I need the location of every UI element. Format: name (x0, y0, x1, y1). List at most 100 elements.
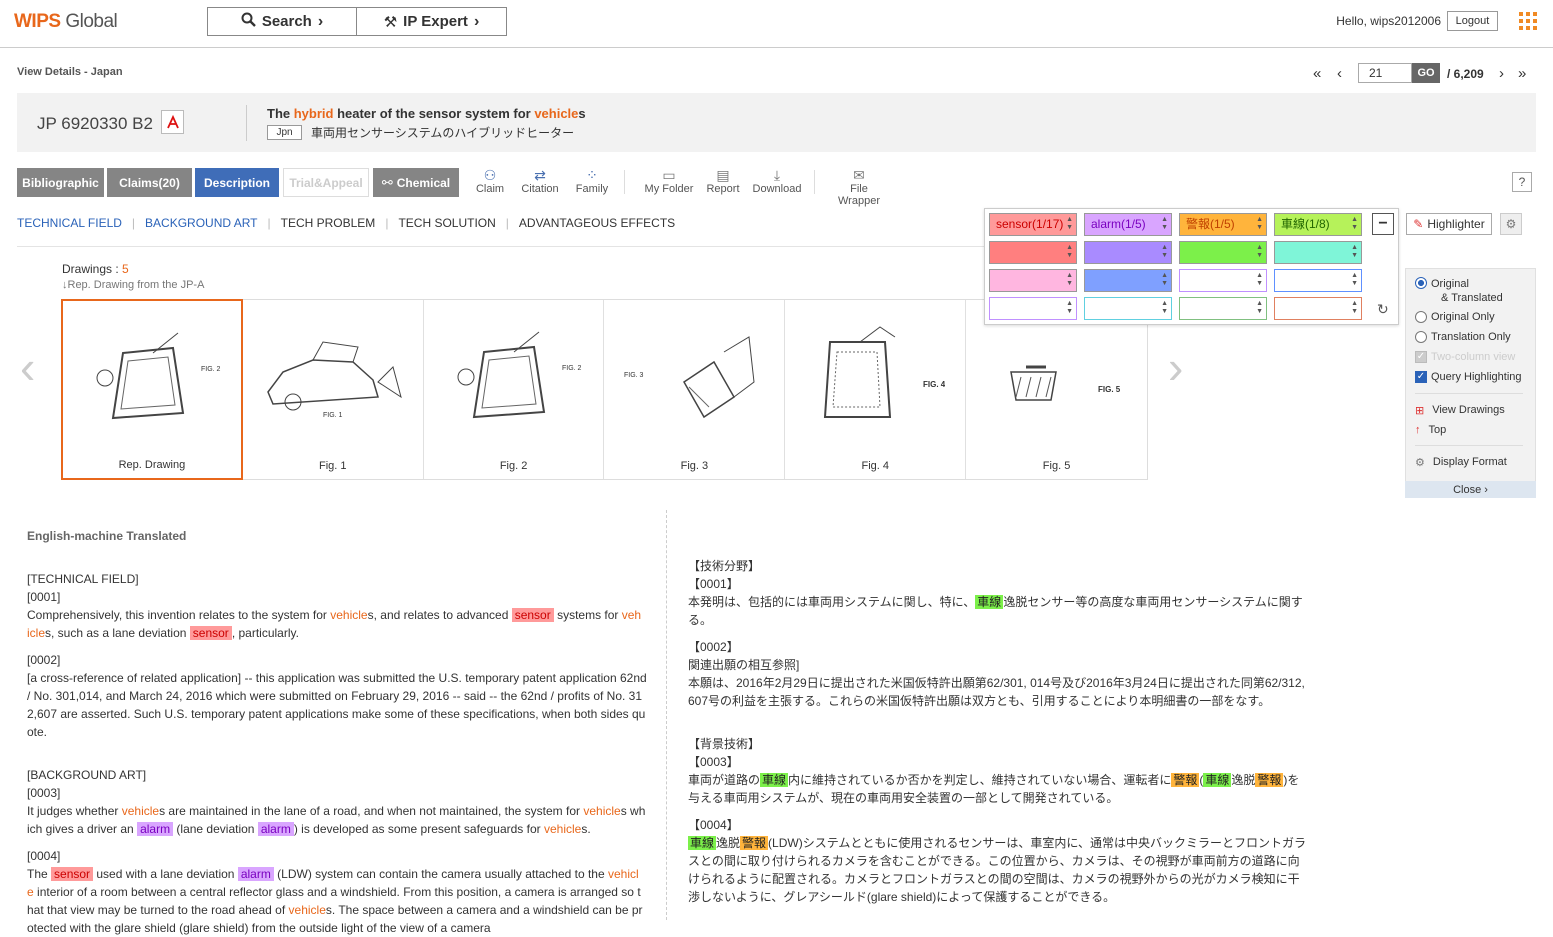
wips-logo[interactable]: WIPS Global (14, 11, 118, 33)
page-number-input[interactable]: 21 (1358, 63, 1412, 83)
option-original-only[interactable]: Original Only (1415, 311, 1495, 323)
report-tool[interactable]: ▤ Report (705, 167, 741, 195)
ip-expert-label: IP Expert (403, 13, 468, 30)
tab-bibliographic[interactable]: Bibliographic (17, 168, 104, 197)
highlight-term-alarm[interactable]: alarm(1/5) ▲ ▼ (1084, 213, 1172, 236)
display-format-link[interactable]: ⚙ Display Format (1415, 456, 1507, 469)
chevron-right-icon: › (473, 12, 480, 30)
highlight-term-sensor[interactable]: sensor(1/17) ▲ ▼ (989, 213, 1077, 236)
paragraph-jp-0001: 本発明は、包括的には車両用システムに関し、特に、 車線 逸脱センサー等の高度な車両用… (688, 595, 1303, 627)
logout-button[interactable]: Logout (1447, 11, 1498, 31)
svg-text:FIG. 1: FIG. 1 (323, 412, 343, 419)
drawing-thumbnail-fig1[interactable]: FIG. 1 Fig. 1 (242, 300, 424, 479)
ip-expert-button[interactable]: ⚒ IP Expert › (356, 7, 507, 36)
drawing-thumbnail-fig3[interactable]: FIG. 3 Fig. 3 (604, 300, 786, 479)
option-query-highlighting[interactable]: ✓ Query Highlighting (1415, 371, 1522, 383)
drawing-thumbnail-rep[interactable]: FIG. 2 Rep. Drawing (61, 299, 243, 480)
claim-tool[interactable]: ⚇ Claim (474, 167, 506, 195)
my-folder-tool[interactable]: ▭ My Folder (644, 167, 694, 195)
section-heading: [TECHNICAL FIELD] (27, 572, 139, 586)
download-tool[interactable]: ⤓ Download (752, 167, 802, 195)
last-page-button[interactable]: » (1518, 65, 1526, 82)
paragraph-number: [0003] (27, 786, 61, 800)
highlight-slot[interactable]: ▲ ▼ (1179, 241, 1267, 264)
citation-tool[interactable]: ⇄ Citation (520, 167, 560, 195)
refresh-icon[interactable]: ↻ (1377, 301, 1389, 318)
section-link-technical-field[interactable]: TECHNICAL FIELD (17, 216, 122, 230)
go-button[interactable]: GO (1412, 63, 1440, 83)
search-icon (241, 12, 256, 31)
tab-claims[interactable]: Claims(20) (107, 168, 192, 197)
search-button[interactable]: Search › (207, 7, 357, 36)
section-link-tech-problem[interactable]: TECH PROBLEM (281, 216, 376, 230)
section-heading: 【技術分野】 (688, 559, 761, 573)
drawings-next-arrow[interactable]: › (1168, 340, 1183, 394)
patent-number: JP 6920330 B2 (37, 114, 153, 133)
drawing-caption: Fig. 4 (861, 460, 889, 472)
highlight-slot[interactable]: ▲ ▼ (1274, 269, 1362, 292)
options-divider (1415, 445, 1523, 446)
folder-icon: ▭ (662, 167, 676, 183)
app-grid-icon[interactable] (1519, 12, 1537, 30)
paragraph-0004: The sensor used with a lane deviation al… (27, 867, 643, 935)
highlight-slot[interactable]: ▲ ▼ (1084, 297, 1172, 320)
highlight-slot[interactable]: ▲ ▼ (1274, 297, 1362, 320)
highlight-slot[interactable]: ▲ ▼ (1179, 297, 1267, 320)
marker-icon: ✎ (1413, 217, 1424, 231)
next-page-button[interactable]: › (1499, 65, 1504, 82)
section-link-advantageous-effects[interactable]: ADVANTAGEOUS EFFECTS (519, 216, 675, 230)
svg-text:FIG. 2: FIG. 2 (562, 365, 582, 372)
file-wrapper-tool[interactable]: ✉ File Wrapper (828, 167, 890, 207)
section-link-tech-solution[interactable]: TECH SOLUTION (398, 216, 495, 230)
options-divider (1415, 393, 1523, 394)
drawing-thumbnail-fig5[interactable]: FIG. 5 Fig. 5 (966, 300, 1147, 479)
radio[interactable] (1415, 331, 1427, 343)
gear-icon[interactable]: ⚙ (1500, 213, 1522, 235)
section-heading: 【背景技術】 (688, 737, 761, 751)
top-link[interactable]: ↑ Top (1415, 424, 1446, 436)
option-translation-only[interactable]: Translation Only (1415, 331, 1511, 343)
highlight-slot[interactable]: ▲ ▼ (1274, 241, 1362, 264)
radio-selected[interactable] (1415, 277, 1427, 289)
prev-page-button[interactable]: ‹ (1337, 65, 1342, 82)
close-options-button[interactable]: Close › (1405, 481, 1536, 498)
paragraph-number: [0004] (27, 849, 61, 863)
radio[interactable] (1415, 311, 1427, 323)
title-separator (246, 105, 247, 141)
section-divider (17, 246, 987, 247)
tab-trial-appeal[interactable]: Trial&Appeal (283, 168, 369, 197)
molecule-icon: ⚯ (381, 174, 393, 190)
highlight-term-shasen[interactable]: 車線(1/8) ▲ ▼ (1274, 213, 1362, 236)
sensor-mount-drawing: FIG. 3 (624, 336, 756, 419)
option-original-translated[interactable]: Original & Translated (1415, 277, 1503, 305)
first-page-button[interactable]: « (1313, 65, 1321, 82)
highlight-slot[interactable]: ▲ ▼ (1084, 241, 1172, 264)
section-link-background-art[interactable]: BACKGROUND ART (145, 216, 257, 230)
car-drawing: FIG. 1 (266, 341, 402, 419)
paragraph-jp-0002b: 本願は、2016年2月29日に提出された米国仮特許出願第62/301, 014号… (688, 676, 1305, 708)
drawings-subtitle: ↓Rep. Drawing from the JP-A (62, 279, 205, 291)
highlighter-button[interactable]: ✎ Highlighter (1406, 213, 1492, 235)
drawing-thumbnail-fig4[interactable]: FIG. 4 Fig. 4 (785, 300, 967, 479)
family-tool[interactable]: ⁘ Family (574, 167, 610, 195)
drawings-prev-arrow[interactable]: ‹ (20, 340, 35, 394)
highlight-slot[interactable]: ▲ ▼ (1084, 269, 1172, 292)
pdf-icon[interactable] (161, 110, 184, 134)
tab-chemical[interactable]: ⚯ Chemical (373, 168, 459, 197)
highlight-slot[interactable]: ▲ ▼ (989, 241, 1077, 264)
drawing-thumbnail-fig2[interactable]: FIG. 2 Fig. 2 (423, 300, 605, 479)
checkbox-checked[interactable]: ✓ (1415, 371, 1427, 383)
highlight-slot[interactable]: ▲ ▼ (989, 297, 1077, 320)
remove-row-button[interactable]: − (1372, 213, 1394, 235)
user-greeting: Hello, wips2012006 (1336, 14, 1441, 28)
document-title: The hybrid heater of the sensor system f… (267, 106, 586, 121)
paragraph-number: [0002] (27, 653, 61, 667)
tab-description[interactable]: Description (195, 168, 279, 197)
view-drawings-link[interactable]: ⊞ View Drawings (1415, 404, 1505, 417)
claim-tree-icon: ⚇ (483, 167, 497, 183)
highlight-term-keiho[interactable]: 警報(1/5) ▲ ▼ (1179, 213, 1267, 236)
section-heading: [BACKGROUND ART] (27, 768, 147, 782)
highlight-slot[interactable]: ▲ ▼ (989, 269, 1077, 292)
help-button[interactable]: ? (1512, 172, 1532, 192)
highlight-slot[interactable]: ▲ ▼ (1179, 269, 1267, 292)
